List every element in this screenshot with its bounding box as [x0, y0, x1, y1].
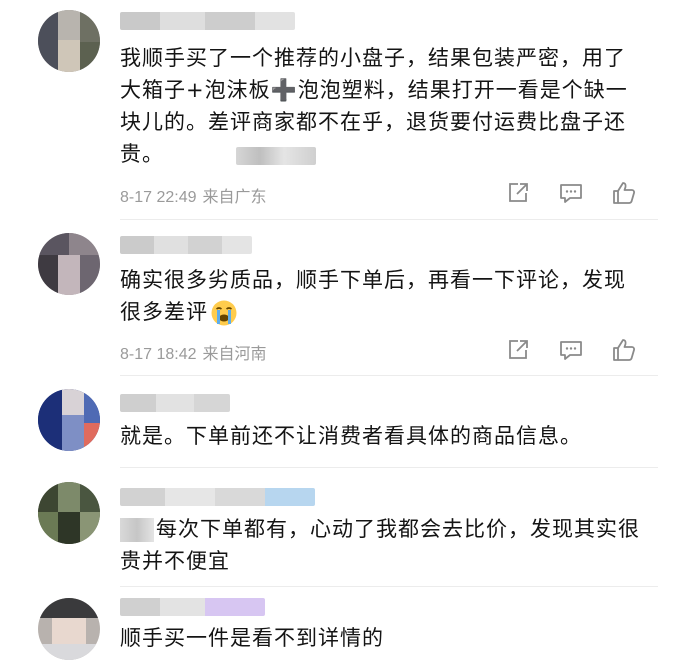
avatar[interactable]: [38, 10, 100, 72]
comment-text: 就是。下单前还不让消费者看具体的商品信息。: [120, 424, 582, 448]
comment-meta: 8-17 18:42 来自河南: [120, 340, 267, 364]
avatar[interactable]: [38, 233, 100, 295]
comment-location: 来自河南: [202, 346, 267, 363]
comment-text: 顺手买一件是看不到详情的: [120, 626, 384, 650]
thumbs-up-icon[interactable]: [611, 337, 637, 363]
redacted-text: [120, 518, 154, 542]
comment-meta: 8-17 22:49 来自广东: [120, 183, 267, 207]
divider: [120, 467, 658, 468]
comment-actions: [505, 337, 640, 363]
comment-icon[interactable]: [558, 180, 584, 206]
avatar[interactable]: [38, 598, 100, 660]
username-redacted[interactable]: [120, 598, 265, 616]
comment-icon[interactable]: [558, 337, 584, 363]
comment-time: 8-17 18:42: [120, 346, 197, 363]
username-redacted[interactable]: [120, 12, 295, 30]
comment-text-content: 每次下单都有，心动了我都会去比价，发现其实很贵并不便宜: [120, 517, 640, 573]
username-redacted[interactable]: [120, 394, 230, 412]
comment-text-content: 确实很多劣质品，顺手下单后，再看一下评论，发现很多差评: [120, 268, 626, 324]
comment-actions: [505, 180, 640, 206]
loudly-crying-face-icon: [211, 300, 237, 326]
username-redacted[interactable]: [120, 236, 252, 254]
thumbs-up-icon[interactable]: [611, 180, 637, 206]
comment-text: 确实很多劣质品，顺手下单后，再看一下评论，发现很多差评: [120, 264, 640, 328]
divider: [120, 375, 658, 376]
comment-time: 8-17 22:49: [120, 189, 197, 206]
share-icon[interactable]: [505, 337, 531, 363]
avatar[interactable]: [38, 482, 100, 544]
avatar[interactable]: [38, 389, 100, 451]
comment-text: 我顺手买了一个推荐的小盘子，结果包装严密，用了大箱子+泡沫板➕泡泡塑料，结果打开…: [120, 46, 628, 166]
divider: [120, 586, 658, 587]
comment-location: 来自广东: [202, 189, 267, 206]
username-redacted[interactable]: [120, 488, 315, 506]
share-icon[interactable]: [505, 180, 531, 206]
comment-text: 每次下单都有，心动了我都会去比价，发现其实很贵并不便宜: [120, 513, 640, 577]
divider: [120, 219, 658, 220]
redacted-text: [236, 147, 316, 165]
